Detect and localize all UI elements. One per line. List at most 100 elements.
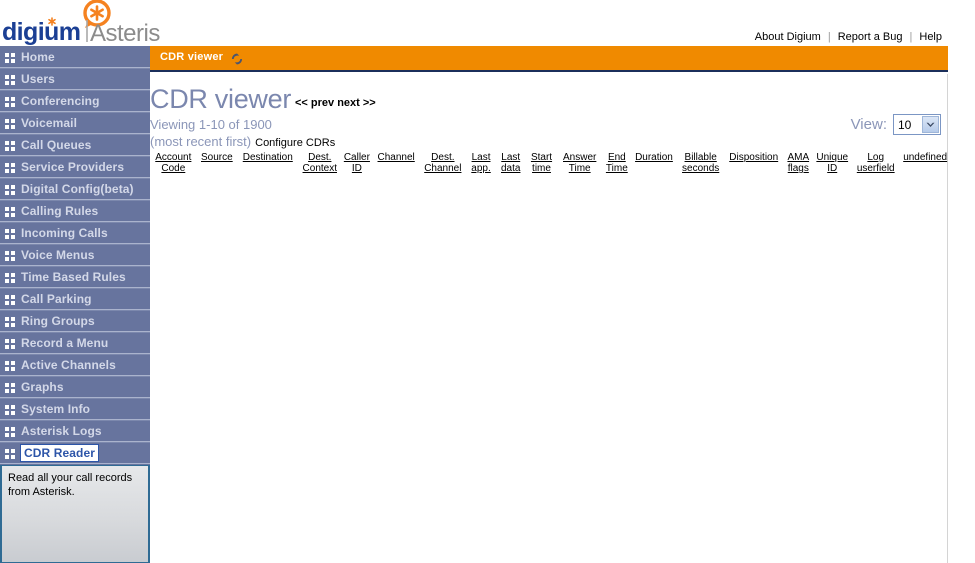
grid-icon [4,447,16,459]
page-title: CDR viewer [150,84,292,114]
sidebar-item-voice-menus[interactable]: Voice Menus [0,244,150,266]
sidebar-item-voicemail[interactable]: Voicemail [0,112,150,134]
chevron-down-icon[interactable] [922,116,939,133]
sidebar-item-incoming-calls[interactable]: Incoming Calls [0,222,150,244]
cdr-table-head: Account Code Source Destination Dest. Context… [150,152,948,174]
column-header-line1[interactable]: Last [472,152,491,163]
column-header-line2[interactable]: Time [569,163,591,174]
column-header-ama-flags[interactable]: AMA flags [782,152,814,174]
about-digium-link[interactable]: About Digium [755,31,828,43]
sidebar-item-cdr-reader[interactable]: CDR Reader [0,442,150,464]
sidebar-item-graphs[interactable]: Graphs [0,376,150,398]
column-header-line1[interactable]: Unique [816,152,848,163]
column-header-line2[interactable]: data [501,163,520,174]
view-count-select[interactable]: 10 [893,114,941,135]
column-header-billable-seconds[interactable]: Billable seconds [676,152,725,174]
sidebar-item-label: Call Parking [21,292,92,306]
refresh-icon[interactable] [230,52,244,66]
sidebar-item-label: Users [21,72,55,86]
grid-icon [4,51,16,63]
column-header-line2[interactable]: seconds [682,163,719,174]
sidebar-item-home[interactable]: Home [0,46,150,68]
column-header-line2[interactable]: ID [352,163,362,174]
column-header-line1[interactable]: Answer [563,152,596,163]
column-header-line2[interactable]: ID [827,163,837,174]
tab-cdr-viewer[interactable]: CDR viewer [160,51,223,63]
column-header-line1[interactable]: Billable [685,152,717,163]
column-header-undefined[interactable]: undefined [901,152,948,174]
sidebar-item-active-channels[interactable]: Active Channels [0,354,150,376]
sidebar-item-call-queues[interactable]: Call Queues [0,134,150,156]
column-header-line2[interactable]: Context [303,163,337,174]
column-header-line1[interactable]: Duration [635,152,673,163]
sidebar-item-digital-config-beta[interactable]: Digital Config(beta) [0,178,150,200]
sidebar-item-asterisk-logs[interactable]: Asterisk Logs [0,420,150,442]
column-header-answer-time[interactable]: Answer Time [557,152,602,174]
column-header-line1[interactable]: Destination [243,152,293,163]
sidebar-item-label: Active Channels [21,358,116,372]
sidebar-item-conferencing[interactable]: Conferencing [0,90,150,112]
sidebar-item-label: Voicemail [21,116,78,130]
column-header-last-app[interactable]: Last app. [466,152,496,174]
sidebar-item-label: Incoming Calls [21,226,108,240]
column-header-line1[interactable]: undefined [903,152,947,163]
sidebar-item-label: Record a Menu [21,336,109,350]
report-a-bug-link[interactable]: Report a Bug [831,31,910,43]
column-header-line2[interactable]: userfield [857,163,895,174]
column-header-line2[interactable]: Code [161,163,185,174]
grid-icon [4,425,16,437]
column-header-line2[interactable]: app. [471,163,490,174]
help-link[interactable]: Help [912,31,949,43]
column-header-line1[interactable]: Account [155,152,191,163]
sidebar-item-call-parking[interactable]: Call Parking [0,288,150,310]
grid-icon [4,117,16,129]
sidebar-item-ring-groups[interactable]: Ring Groups [0,310,150,332]
sidebar-item-time-based-rules[interactable]: Time Based Rules [0,266,150,288]
column-header-line1[interactable]: Disposition [729,152,778,163]
sidebar-item-calling-rules[interactable]: Calling Rules [0,200,150,222]
sidebar-item-label: Asterisk Logs [21,424,102,438]
column-header-line1[interactable]: Channel [378,152,415,163]
column-header-line2[interactable]: flags [788,163,809,174]
column-header-last-data[interactable]: Last data [496,152,526,174]
column-header-channel[interactable]: Channel [373,152,420,174]
column-header-line2[interactable]: Channel [424,163,461,174]
column-header-line2[interactable]: Time [606,163,628,174]
grid-icon [4,73,16,85]
cdr-table: Account Code Source Destination Dest. Context… [150,152,948,174]
sidebar-item-users[interactable]: Users [0,68,150,90]
grid-icon [4,337,16,349]
column-header-unique-id[interactable]: Unique ID [814,152,850,174]
column-header-destination[interactable]: Destination [237,152,299,174]
pager[interactable]: << prev next >> [295,97,376,109]
column-header-log-userfield[interactable]: Log userfield [850,152,901,174]
column-header-line1[interactable]: AMA [787,152,809,163]
column-header-line1[interactable]: Log [867,152,884,163]
sidebar-item-label: Digital Config(beta) [21,182,134,196]
sidebar: Home Users Conferencing Voicemail Call Queue… [0,46,150,465]
pager-links[interactable]: << prev next >> [295,97,376,109]
column-header-account-code[interactable]: Account Code [150,152,197,174]
column-header-line1[interactable]: Source [201,152,233,163]
column-header-line2[interactable]: time [532,163,551,174]
column-header-end-time[interactable]: End Time [602,152,632,174]
sidebar-item-service-providers[interactable]: Service Providers [0,156,150,178]
configure-cdrs-link[interactable]: Configure CDRs [255,137,335,149]
column-header-start-time[interactable]: Start time [526,152,558,174]
column-header-line1[interactable]: Dest. [431,152,454,163]
column-header-caller-id[interactable]: Caller ID [341,152,373,174]
column-header-dest-context[interactable]: Dest. Context [299,152,341,174]
grid-icon [4,271,16,283]
column-header-disposition[interactable]: Disposition [725,152,782,174]
viewing-count: Viewing 1-10 of 1900 [150,117,272,132]
sidebar-item-system-info[interactable]: System Info [0,398,150,420]
column-header-source[interactable]: Source [197,152,237,174]
column-header-line1[interactable]: Dest. [308,152,331,163]
column-header-dest-channel[interactable]: Dest. Channel [420,152,467,174]
column-header-line1[interactable]: Last [501,152,520,163]
column-header-line1[interactable]: Start [531,152,552,163]
column-header-duration[interactable]: Duration [632,152,677,174]
sidebar-item-record-a-menu[interactable]: Record a Menu [0,332,150,354]
column-header-line1[interactable]: End [608,152,626,163]
column-header-line1[interactable]: Caller [344,152,370,163]
